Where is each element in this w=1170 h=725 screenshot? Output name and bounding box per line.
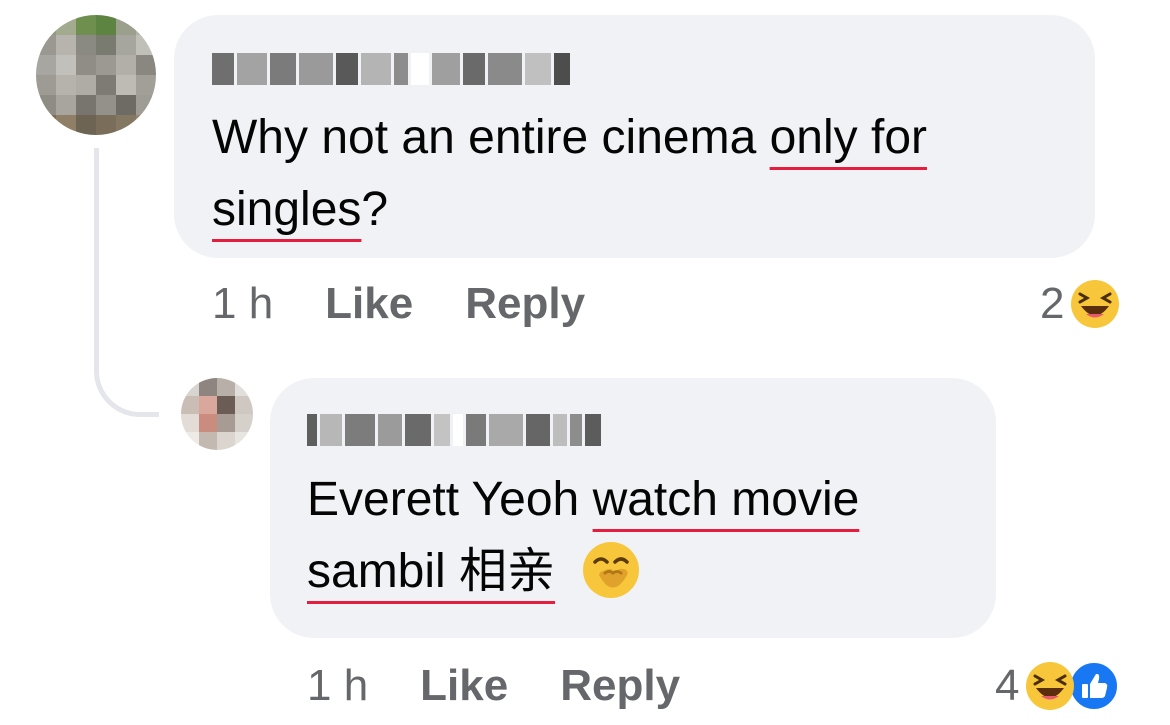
- comment-author-redacted[interactable]: [212, 53, 570, 85]
- spellcheck-underlined-text: watch movie: [592, 473, 860, 526]
- reply-button[interactable]: Reply: [465, 279, 585, 329]
- spellcheck-underlined-text: only for: [769, 111, 928, 164]
- timestamp[interactable]: 1 h: [212, 279, 273, 329]
- reaction-count: 2: [1040, 279, 1065, 328]
- like-icon: [1069, 661, 1120, 711]
- comment-actions: 1 h Like Reply: [307, 658, 732, 714]
- spellcheck-underlined-text: sambil 相亲: [307, 545, 556, 598]
- comment-text-part: ?: [361, 183, 389, 236]
- comment-text: Everett Yeoh watch movie sambil 相亲: [307, 464, 987, 608]
- like-button[interactable]: Like: [420, 661, 508, 711]
- reply-button[interactable]: Reply: [560, 661, 680, 711]
- reaction-count: 4: [995, 661, 1020, 710]
- hand-over-mouth-emoji: [582, 541, 640, 599]
- reaction-summary[interactable]: 4: [995, 658, 1120, 714]
- reply-thread-line: [94, 148, 159, 417]
- haha-icon: [1070, 279, 1120, 329]
- timestamp[interactable]: 1 h: [307, 661, 368, 711]
- avatar[interactable]: [181, 378, 253, 450]
- comment-text-part: Why not an entire cinema: [212, 111, 770, 164]
- haha-icon: [1025, 661, 1075, 711]
- spellcheck-underlined-text: singles: [212, 183, 362, 236]
- comment-actions: 1 h Like Reply: [212, 276, 637, 332]
- comment-text: Why not an entire cinema only for singles…: [212, 102, 1082, 246]
- like-button[interactable]: Like: [325, 279, 413, 329]
- reaction-summary[interactable]: 2: [1040, 276, 1120, 332]
- mentioned-name[interactable]: Everett Yeoh: [307, 473, 593, 526]
- comment-author-redacted[interactable]: [307, 414, 601, 446]
- avatar[interactable]: [36, 15, 156, 135]
